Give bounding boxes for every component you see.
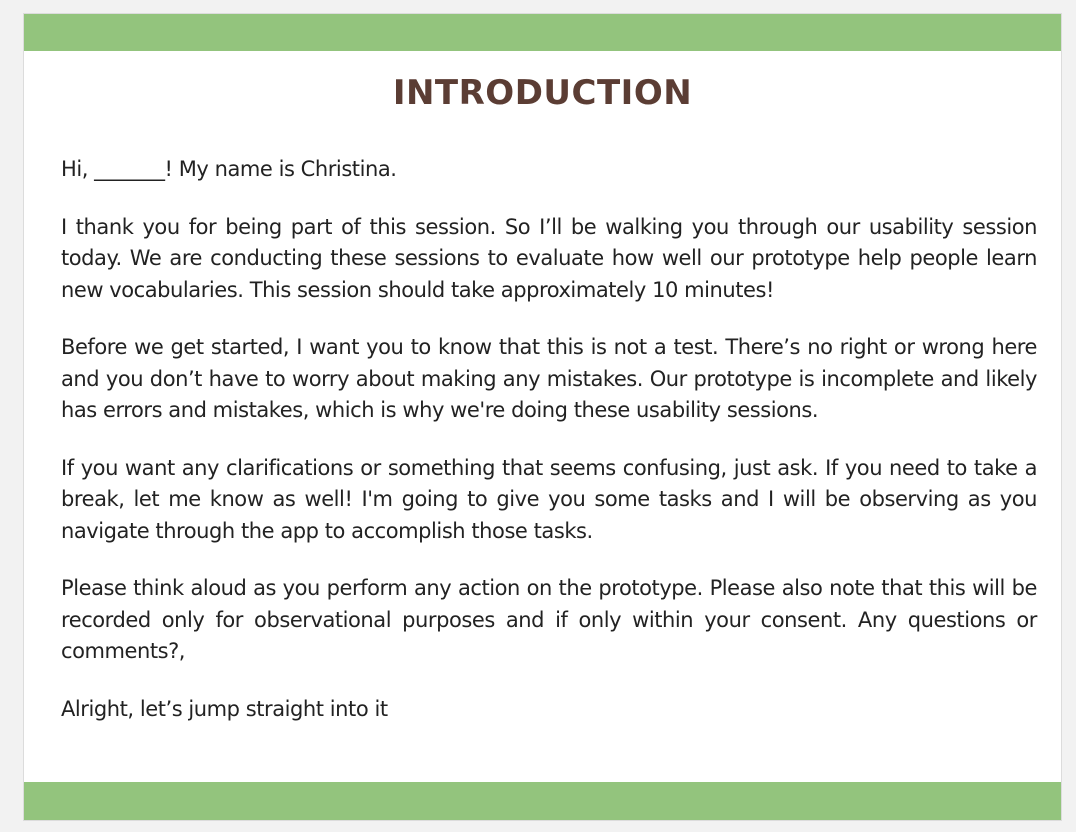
- clarifications-paragraph: If you want any clarifications or someth…: [61, 455, 1037, 543]
- closing-paragraph: Alright, let’s jump straight into it: [61, 696, 388, 721]
- top-accent-bar: [24, 14, 1061, 51]
- greeting-paragraph: Hi, _______! My name is Christina.: [61, 157, 397, 181]
- document-page: INTRODUCTION Hi, _______! My name is Chr…: [23, 13, 1062, 821]
- page-title: INTRODUCTION: [392, 73, 693, 113]
- document-body: Hi, _______! My name is Christina. I tha…: [61, 154, 1037, 751]
- session-purpose-paragraph: I thank you for being part of this sessi…: [61, 214, 1037, 302]
- not-a-test-paragraph: Before we get started, I want you to kno…: [61, 335, 1037, 422]
- think-aloud-paragraph: Please think aloud as you perform any ac…: [61, 576, 1037, 663]
- bottom-accent-bar: [24, 782, 1061, 820]
